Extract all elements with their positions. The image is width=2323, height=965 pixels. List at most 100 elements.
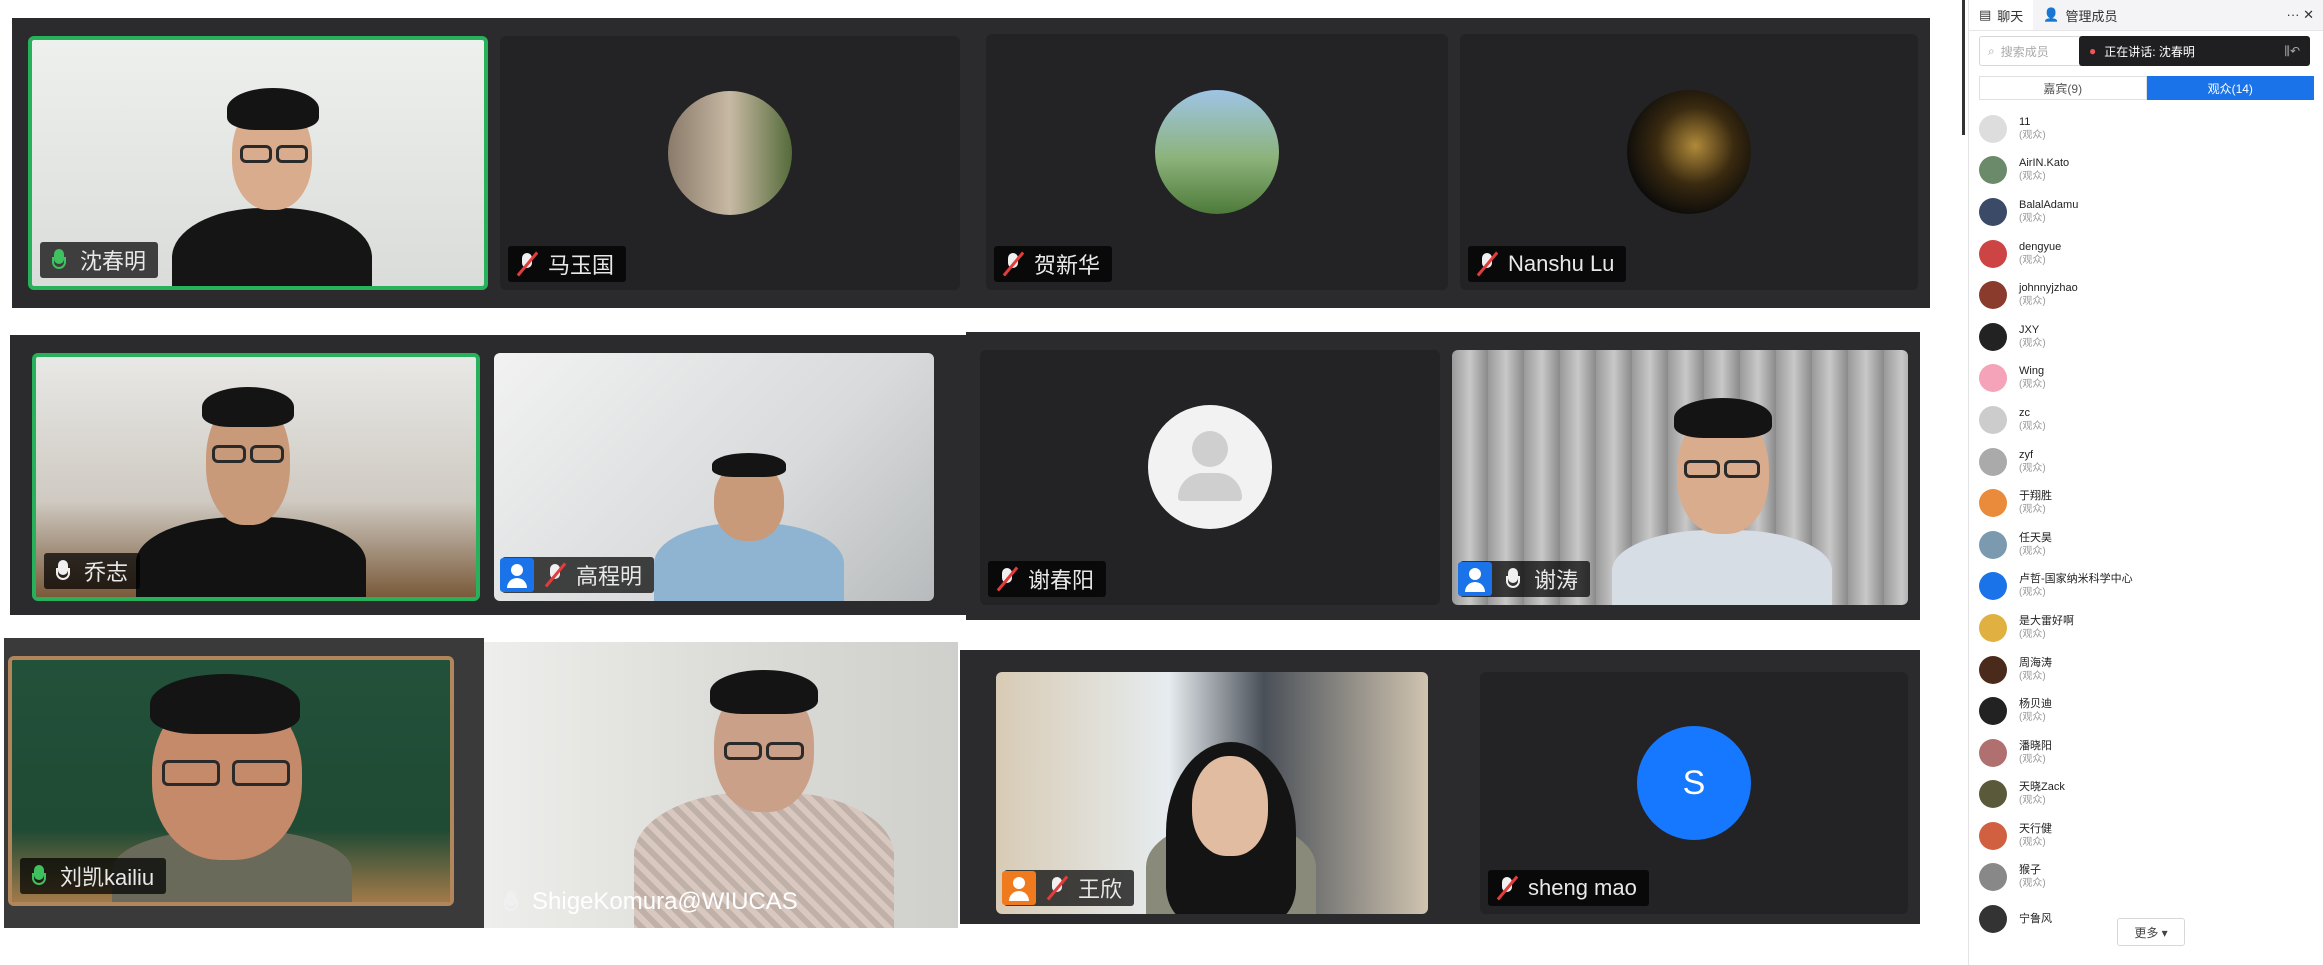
participant-name: 刘凯kailiu (60, 865, 155, 890)
member-name: johnnyjzhao (2019, 282, 2078, 295)
members-icon: 👤 (2043, 7, 2060, 22)
member-list-item[interactable]: zyf (观众) (1979, 441, 2314, 483)
participant-avatar (1627, 89, 1751, 214)
member-avatar (1979, 364, 2007, 393)
mic-muted-icon (1494, 875, 1520, 901)
member-list-item[interactable]: Wing (观众) (1979, 358, 2314, 400)
video-panel-row3-b: ShigeKomura@WIUCAS (484, 642, 958, 928)
member-list-item[interactable]: JXY (观众) (1979, 316, 2314, 358)
member-avatar (1979, 156, 2007, 185)
video-tile-xie-tao[interactable]: 谢涛 (1452, 350, 1908, 605)
chat-icon: ▤ (1979, 7, 1992, 22)
member-list-item[interactable]: 卢哲-国家纳米科学中心 (观众) (1979, 566, 2314, 608)
video-tile-shen[interactable]: 沈春明 (28, 36, 488, 290)
participant-name: 谢涛 (1534, 568, 1579, 593)
tab-chat[interactable]: ▤ 聊天 (1969, 0, 2033, 30)
member-list-item[interactable]: AirIN.Kato (观众) (1979, 150, 2314, 192)
participant-nameplate: 贺新华 (994, 246, 1113, 282)
member-name: 11 (2019, 115, 2031, 128)
mic-muted-icon (1044, 875, 1070, 901)
member-role: (观众) (2019, 545, 2046, 557)
member-avatar (1979, 239, 2007, 268)
window-controls[interactable]: ··· ✕ (2287, 7, 2315, 23)
member-list-item[interactable]: 是大雷好啊 (观众) (1979, 607, 2314, 649)
video-tile-liukai[interactable]: 刘凯kailiu (8, 656, 454, 906)
participant-nameplate: 马玉国 (508, 246, 627, 282)
sound-wave-icon: ⫼↶ (2284, 43, 2300, 58)
member-role: (观众) (2019, 420, 2046, 432)
video-tile-ma[interactable]: 马玉国 (500, 36, 960, 290)
member-avatar (1979, 863, 2007, 892)
speaking-indicator: ● 正在讲话: 沈春明 ⫼↶ (2079, 36, 2310, 66)
member-role: (观众) (2019, 296, 2046, 308)
video-panel-row1-right: 贺新华 Nanshu Lu (970, 18, 1930, 308)
video-tile-sheng[interactable]: S sheng mao (1480, 672, 1908, 914)
member-role: (观众) (2019, 462, 2046, 474)
participant-name: 谢春阳 (1028, 568, 1095, 593)
search-icon: ⌕ (1988, 43, 1995, 58)
mic-icon (1500, 566, 1526, 592)
member-list-item[interactable]: 猴子 (观众) (1979, 857, 2314, 899)
default-avatar-icon (1148, 405, 1272, 530)
participant-nameplate: 谢春阳 (988, 561, 1107, 597)
member-list-item[interactable]: 天晓Zack (观众) (1979, 774, 2314, 816)
participant-nameplate: 沈春明 (40, 242, 159, 278)
participant-nameplate: Nanshu Lu (1468, 246, 1627, 282)
filter-audience-button[interactable]: 观众(14) (2146, 76, 2314, 100)
participant-nameplate: 谢涛 (1458, 561, 1591, 597)
video-tile-wangxin[interactable]: 王欣 (996, 672, 1428, 914)
member-list-item[interactable]: 杨贝迪 (观众) (1979, 690, 2314, 732)
member-avatar (1979, 655, 2007, 684)
member-list-item[interactable]: 天行健 (观众) (1979, 815, 2314, 857)
participant-name: ShigeKomura@WIUCAS (532, 888, 798, 915)
mic-on-icon (46, 247, 72, 273)
video-tile-xie-chunyang[interactable]: 谢春阳 (980, 350, 1440, 605)
participant-nameplate: 王欣 (1002, 870, 1135, 906)
member-avatar (1979, 738, 2007, 767)
member-name: 天行健 (2019, 822, 2052, 835)
members-sidebar: ▤ 聊天 👤 管理成员 ··· ✕ ⌕ 搜索成员 ● 正在讲话: 沈春明 ⫼↶ … (1968, 0, 2323, 965)
member-list-item[interactable]: zc (观众) (1979, 399, 2314, 441)
member-name: dengyue (2019, 240, 2062, 253)
participant-nameplate: sheng mao (1488, 870, 1649, 906)
video-tile-nanshu[interactable]: Nanshu Lu (1460, 34, 1918, 290)
member-list-item[interactable]: 11 (观众) (1979, 108, 2314, 150)
video-tile-gao[interactable]: 高程明 (494, 353, 934, 601)
mic-icon: ● (2089, 44, 2097, 58)
member-list-item[interactable]: johnnyjzhao (观众) (1979, 274, 2314, 316)
tab-members[interactable]: 👤 管理成员 ··· ✕ (2033, 0, 2323, 30)
video-tile-qiao[interactable]: 乔志 (32, 353, 480, 601)
video-panel-row1-left: 沈春明 马玉国 (12, 18, 970, 308)
member-role: (观众) (2019, 171, 2046, 183)
member-name: JXY (2019, 323, 2040, 336)
member-avatar (1979, 447, 2007, 476)
participant-name: 王欣 (1078, 877, 1123, 902)
more-button[interactable]: 更多 ▾ (2117, 918, 2185, 946)
member-list-item[interactable]: dengyue (观众) (1979, 233, 2314, 275)
participant-name: 乔志 (84, 560, 129, 585)
mic-icon (498, 889, 524, 915)
member-avatar (1979, 821, 2007, 850)
mic-muted-icon (1000, 251, 1026, 277)
member-avatar (1979, 281, 2007, 310)
member-avatar (1979, 613, 2007, 642)
video-tile-he[interactable]: 贺新华 (986, 34, 1448, 290)
member-list-item[interactable]: 任天昊 (观众) (1979, 524, 2314, 566)
filter-hosts-button[interactable]: 嘉宾(9) (1979, 76, 2147, 100)
member-avatar (1979, 114, 2007, 143)
member-list-item[interactable]: BalalAdamu (观众) (1979, 191, 2314, 233)
member-role: (观众) (2019, 670, 2046, 682)
member-role: (观众) (2019, 795, 2046, 807)
member-avatar (1979, 905, 2007, 934)
member-list-item[interactable]: 周海涛 (观众) (1979, 649, 2314, 691)
member-avatar (1979, 197, 2007, 226)
mic-muted-icon (994, 566, 1020, 592)
video-tile-shige[interactable]: ShigeKomura@WIUCAS (484, 642, 958, 928)
member-name: zyf (2019, 448, 2034, 461)
mic-muted-icon (1474, 251, 1500, 277)
member-list-item[interactable]: 于翔胜 (观众) (1979, 482, 2314, 524)
member-list-item[interactable]: 潘晓阳 (观众) (1979, 732, 2314, 774)
member-role: (观众) (2019, 379, 2046, 391)
member-filter: 嘉宾(9) 观众(14) (1979, 76, 2314, 100)
video-panel-row2-right: 谢春阳 谢涛 (966, 332, 1920, 620)
